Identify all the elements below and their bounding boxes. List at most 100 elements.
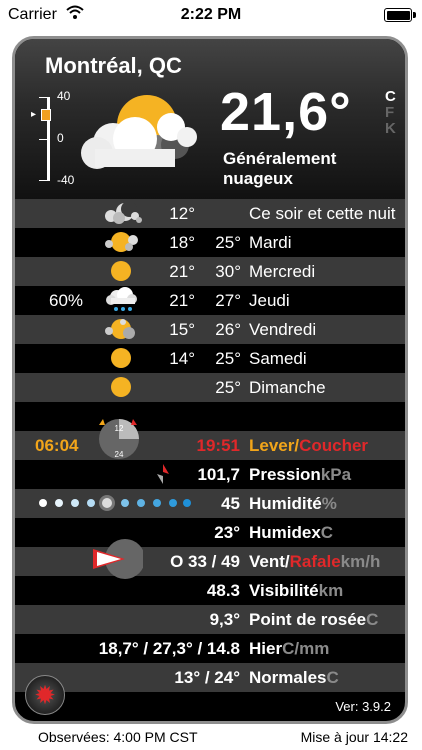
pressure-value: 101,7 <box>197 465 240 484</box>
current-conditions-panel: Montréal, QC 40 0 -40 ▸ 21,6° C F K Géné… <box>15 39 405 199</box>
sunrise-label: Lever/ <box>249 436 300 455</box>
forecast-day: Mercredi <box>249 262 316 281</box>
settings-gear-button[interactable]: ✹ <box>25 675 65 715</box>
visibility-unit: km <box>318 581 344 600</box>
yesterday-unit: C/mm <box>282 639 330 658</box>
normals-label: Normales <box>249 668 327 687</box>
wind-row[interactable]: O 33 / 49 Vent/Rafalekm/h <box>15 539 405 579</box>
sun-cloud-icon <box>99 316 143 347</box>
forecast-row[interactable]: 21° 30° Mercredi <box>15 257 405 286</box>
weather-card: Montréal, QC 40 0 -40 ▸ 21,6° C F K Géné… <box>12 36 408 724</box>
gauge-label-bottom: -40 <box>57 173 75 187</box>
visibility-label: Visibilité <box>249 581 319 600</box>
sun-row[interactable]: 06:04 12 24 19:51 Lever/Coucher <box>15 419 405 460</box>
humidex-label: Humidex <box>249 523 321 542</box>
normals-row[interactable]: 13° / 24° NormalesC <box>15 663 405 692</box>
day-dial-icon: 12 24 <box>97 417 141 466</box>
forecast-row[interactable]: 18° 25° Mardi <box>15 228 405 257</box>
sun-icon <box>99 345 143 376</box>
sunrise-time: 06:04 <box>35 436 79 455</box>
status-time: 2:22 PM <box>180 6 242 23</box>
sun-icon <box>99 374 143 405</box>
dial-bottom-label: 24 <box>115 450 124 459</box>
yesterday-value: 18,7° / 27,3° / 14.8 <box>98 639 240 658</box>
forecast-day: Ce soir et cette nuit <box>249 204 396 223</box>
forecast-day: Jeudi <box>249 291 290 310</box>
forecast-low: 21° <box>169 262 195 281</box>
forecast-precip: 60% <box>49 291 84 310</box>
humidity-unit: % <box>321 494 337 513</box>
humidity-dots-icon <box>37 492 191 519</box>
moon-cloud-icon <box>99 200 143 231</box>
forecast-high: 25° <box>215 349 241 368</box>
visibility-row[interactable]: 48.3 Visibilitékm <box>15 576 405 605</box>
humidity-row[interactable]: 45 Humidité% <box>15 489 405 518</box>
forecast-row[interactable]: 15° 26° Vendredi <box>15 315 405 344</box>
forecast-high: 30° <box>215 262 241 281</box>
humidity-value: 45 <box>221 494 240 513</box>
wind-value: O 33 / 49 <box>170 552 240 571</box>
dewpoint-unit: C <box>366 610 379 629</box>
humidex-value: 23° <box>214 523 240 542</box>
forecast-low: 14° <box>169 349 195 368</box>
unit-k[interactable]: K <box>385 121 396 137</box>
dewpoint-row[interactable]: 9,3° Point de roséeC <box>15 605 405 634</box>
dial-top-label: 12 <box>115 424 124 433</box>
gust-label: Rafale <box>289 552 341 571</box>
unit-c[interactable]: C <box>385 89 396 105</box>
forecast-row[interactable]: 25° Dimanche <box>15 373 405 402</box>
yesterday-row[interactable]: 18,7° / 27,3° / 14.8 HierC/mm <box>15 634 405 663</box>
pressure-trend-icon <box>155 462 171 491</box>
wind-unit: km/h <box>340 552 381 571</box>
forecast-day: Mardi <box>249 233 292 252</box>
gauge-tick <box>39 180 47 181</box>
visibility-value: 48.3 <box>206 581 240 600</box>
forecast-low: 18° <box>169 233 195 252</box>
normals-unit: C <box>326 668 339 687</box>
app-version: Ver: 3.9.2 <box>335 699 391 714</box>
forecast-row[interactable]: 60% 21° 27° Jeudi <box>15 286 405 315</box>
status-bar: Carrier 2:22 PM <box>0 0 422 32</box>
sun-icon <box>99 258 143 289</box>
humidex-unit: C <box>320 523 334 542</box>
unit-f[interactable]: F <box>385 105 396 121</box>
forecast-row[interactable]: 12° Ce soir et cette nuit <box>15 199 405 228</box>
observed-time: Observées: 4:00 PM CST <box>38 729 198 745</box>
rain-cloud-icon <box>99 287 143 318</box>
forecast-day: Dimanche <box>249 378 326 397</box>
humidex-row[interactable]: 23° HumidexC <box>15 518 405 547</box>
pressure-row[interactable]: 101,7 PressionkPa <box>15 460 405 489</box>
unit-switcher[interactable]: C F K <box>385 89 396 137</box>
wind-label: Vent/ <box>249 552 290 571</box>
gauge-label-mid: 0 <box>57 131 64 145</box>
gauge-marker <box>41 109 51 121</box>
current-temperature: 21,6° <box>220 82 352 142</box>
gauge-pointer-icon: ▸ <box>31 109 37 120</box>
forecast-row[interactable]: 14° 25° Samedi <box>15 344 405 373</box>
gauge-tick <box>39 139 47 140</box>
battery-icon <box>384 8 416 22</box>
yesterday-label: Hier <box>249 639 283 658</box>
pressure-unit: kPa <box>320 465 352 484</box>
forecast-high: 25° <box>215 233 241 252</box>
forecast-day: Vendredi <box>249 320 317 339</box>
forecast-low: 21° <box>169 291 195 310</box>
gauge-tick <box>39 97 47 98</box>
city-title[interactable]: Montréal, QC <box>45 53 182 79</box>
dewpoint-label: Point de rosée <box>249 610 367 629</box>
forecast-low: 12° <box>169 204 195 223</box>
condition-text: Généralement nuageux <box>223 149 337 188</box>
gauge-label-top: 40 <box>57 89 71 103</box>
sun-cloud-icon <box>99 229 143 260</box>
forecast-high: 27° <box>215 291 241 310</box>
sunset-time: 19:51 <box>196 436 240 455</box>
forecast-high: 25° <box>215 378 241 397</box>
forecast-high: 26° <box>215 320 241 339</box>
forecast-day: Samedi <box>249 349 307 368</box>
humidity-label: Humidité <box>249 494 322 513</box>
dewpoint-value: 9,3° <box>209 610 240 629</box>
updated-time: Mise à jour 14:22 <box>300 729 408 745</box>
gear-icon: ✹ <box>34 679 56 710</box>
forecast-low: 15° <box>169 320 195 339</box>
sunset-label: Coucher <box>299 436 369 455</box>
